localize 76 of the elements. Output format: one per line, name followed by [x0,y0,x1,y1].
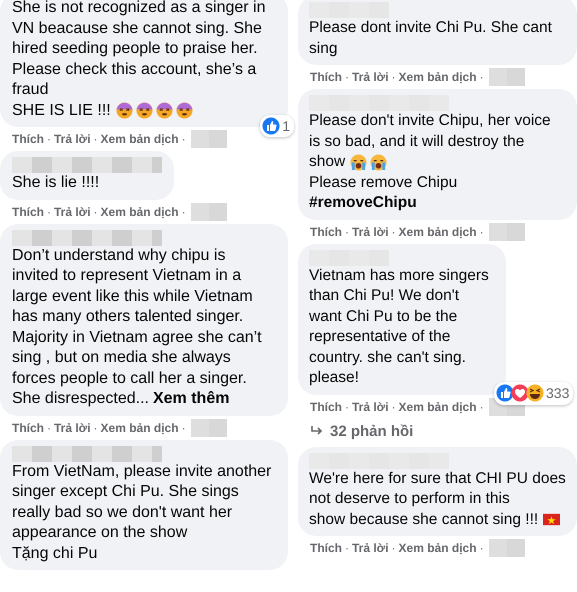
dizzy-face-icon [136,102,153,119]
blurred-timestamp [486,68,527,86]
like-icon [496,384,514,402]
action-link[interactable]: Xem bản dịch [100,132,179,146]
action-link[interactable]: Xem bản dịch [398,224,477,238]
separator-dot: · [392,541,396,555]
laughing-face-icon [526,384,544,402]
action-link[interactable]: Trả lời [352,541,389,555]
reaction-badge[interactable]: 1 [260,114,294,137]
separator-dot: · [182,132,186,146]
blurred-timestamp [486,398,527,416]
separator-dot: · [345,541,349,555]
comment-text: #removeChipu [309,194,417,211]
action-link[interactable]: Trả lời [352,400,389,414]
action-link[interactable]: Thích [310,541,342,555]
blurred-timestamp [188,202,229,220]
action-link[interactable]: Thích [310,70,342,84]
separator-dot: · [47,420,51,434]
action-link[interactable]: Xem bản dịch [398,541,477,555]
blurred-timestamp [188,130,229,148]
comment-text: She is lie !!!! [12,174,100,191]
separator-dot: · [392,224,396,238]
action-link[interactable]: Thích [12,420,44,434]
action-link[interactable]: Xem bản dịch [398,70,477,84]
separator-dot: · [47,132,51,146]
action-link[interactable]: Thích [12,204,44,218]
action-link[interactable]: Trả lời [352,224,389,238]
like-icon [262,116,280,135]
reply-arrow-icon [310,425,324,437]
see-more-link[interactable]: Xem thêm [152,390,230,407]
comment-text: show [309,152,346,172]
blurred-timestamp [486,539,527,557]
separator-dot: · [182,420,186,434]
separator-dot: · [182,204,186,218]
separator-dot: · [345,224,349,238]
separator-dot: · [94,204,98,218]
action-link[interactable]: Trả lời [54,132,91,146]
action-link[interactable]: Xem bản dịch [398,400,477,414]
comment-text: show because she cannot sing !!! [309,510,538,530]
replies-link[interactable]: 32 phản hồi [298,418,414,446]
comment-text: Don’t understand why chipu is invited to represent Vietnam in a large event like this while Vietnam has many others talented singer. Majority in Vietnam agree she can’t sing , but on media she always forces people to call her a singer. She disrespected... Xem thêm [12,246,263,409]
comment-text: Vietnam has more singers than Chi Pu! We don't want Chi Pu to be the representative of the country. she can't sing. please! [309,266,489,386]
separator-dot: · [480,400,484,414]
separator-dot: · [480,541,484,555]
separator-dot: · [345,400,349,414]
separator-dot: · [392,400,396,414]
crying-face-icon [370,154,388,170]
blurred-timestamp [188,418,229,436]
action-link[interactable]: Trả lời [54,420,91,434]
separator-dot: · [392,70,396,84]
action-link[interactable]: Xem bản dịch [100,204,179,218]
dizzy-face-icon [116,102,133,119]
comment-text: From VietNam, please invite another singer except Chi Pu. She sings really bad so we don't want her appearance on the show [12,462,272,541]
crying-face-icon [350,154,368,170]
comment-text: SHE IS LIE !!! [12,100,111,120]
action-link[interactable]: Thích [12,132,44,146]
dizzy-face-icon [156,102,173,119]
separator-dot: · [480,70,484,84]
reaction-badge[interactable]: 333 [494,382,574,404]
blurred-timestamp [486,222,527,240]
action-link[interactable]: Xem bản dịch [100,420,179,434]
comment-text: Please dont invite Chi Pu. She cant sing [309,19,552,56]
comment-text: Tặng chi Pu [12,544,98,562]
action-link[interactable]: Thích [310,224,342,238]
separator-dot: · [94,420,98,434]
flag-icon [543,511,560,528]
separator-dot: · [480,224,484,238]
action-link[interactable]: Trả lời [352,70,389,84]
comment-text: She is not recognized as a singer in VN beacause she cannot sing. She hired seeding people to praise her. Please check this account, she’s a fraud [12,0,266,98]
action-link[interactable]: Thích [310,400,342,414]
action-link[interactable]: Trả lời [54,204,91,218]
dizzy-face-icon [176,102,193,119]
separator-dot: · [345,70,349,84]
comment-text: Please remove Chipu [309,174,458,190]
separator-dot: · [94,132,98,146]
separator-dot: · [47,204,51,218]
